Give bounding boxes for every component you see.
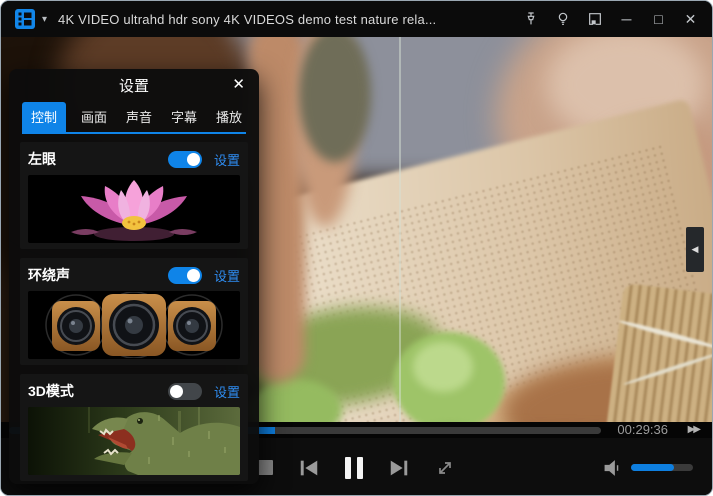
- maximize-button[interactable]: □: [649, 10, 668, 29]
- stop-button[interactable]: [258, 460, 273, 475]
- fast-forward-icon[interactable]: ▶▶: [688, 422, 701, 438]
- toggle-knob: [186, 152, 200, 166]
- speaker-icon[interactable]: [603, 459, 622, 477]
- dinosaur-image: [28, 407, 240, 475]
- tab-sound[interactable]: 声音: [122, 102, 156, 132]
- collapse-arrow-icon: ◀: [691, 244, 699, 254]
- tab-subtitle[interactable]: 字幕: [167, 102, 201, 132]
- tab-playback[interactable]: 播放: [212, 102, 246, 132]
- menu-caret-icon[interactable]: ▾: [42, 14, 47, 25]
- lightbulb-icon[interactable]: [553, 10, 572, 29]
- left-eye-toggle[interactable]: [167, 150, 202, 168]
- pin-icon[interactable]: [521, 10, 540, 29]
- section-left-eye-row: 左眼 设置: [28, 148, 240, 170]
- time-display: 00:29:36: [617, 422, 668, 437]
- previous-button[interactable]: [298, 457, 320, 479]
- settings-panel-header: 设置 ✕: [9, 69, 259, 101]
- pause-button[interactable]: [345, 456, 363, 479]
- section-label: 左眼: [28, 151, 56, 167]
- video-texture: [413, 342, 473, 392]
- speakers-image: [28, 291, 240, 359]
- section-3d-row: 3D模式 设置: [28, 380, 240, 402]
- settings-tabs: 控制 画面 声音 字幕 播放: [22, 102, 246, 134]
- surround-settings-link[interactable]: 设置: [214, 266, 240, 285]
- section-left-eye: 左眼 设置: [20, 142, 248, 249]
- tab-control[interactable]: 控制: [22, 102, 67, 132]
- section-surround-sound: 环绕声 设置: [20, 258, 248, 365]
- toggle-knob: [186, 268, 200, 282]
- next-icon: [390, 460, 408, 475]
- lotus-flower-image: [28, 175, 240, 243]
- volume-slider[interactable]: [631, 464, 693, 471]
- mini-player-icon[interactable]: [585, 10, 604, 29]
- settings-panel-title: 设置: [118, 77, 149, 95]
- fullscreen-button[interactable]: [435, 458, 455, 478]
- fullscreen-icon: [439, 461, 451, 474]
- settings-close-icon[interactable]: ✕: [232, 75, 245, 93]
- close-button[interactable]: ✕: [681, 10, 700, 29]
- settings-panel: 设置 ✕ 控制 画面 声音 字幕 播放 左眼 设置 环绕声 设置 3D模式 设置: [9, 69, 259, 484]
- transport-controls: [258, 438, 455, 495]
- left-eye-settings-link[interactable]: 设置: [214, 150, 240, 169]
- app-logo-icon[interactable]: [15, 9, 35, 29]
- section-3d-mode: 3D模式 设置: [20, 374, 248, 481]
- 3d-settings-link[interactable]: 设置: [214, 382, 240, 401]
- next-button[interactable]: [388, 457, 410, 479]
- 3d-mode-toggle[interactable]: [167, 382, 202, 400]
- surround-sound-toggle[interactable]: [167, 266, 202, 284]
- stop-icon: [258, 460, 273, 475]
- section-label: 3D模式: [28, 383, 74, 399]
- section-surround-row: 环绕声 设置: [28, 264, 240, 286]
- section-label: 环绕声: [28, 267, 70, 283]
- previous-icon: [300, 460, 318, 475]
- tab-picture[interactable]: 画面: [77, 102, 111, 132]
- titlebar-buttons: ─ □ ✕: [521, 10, 700, 29]
- window-title: 4K VIDEO ultrahd hdr sony 4K VIDEOS demo…: [58, 11, 437, 27]
- toggle-knob: [169, 384, 183, 398]
- titlebar: ▾ 4K VIDEO ultrahd hdr sony 4K VIDEOS de…: [1, 1, 712, 37]
- volume-slider-fill: [631, 464, 675, 471]
- volume-controls: [603, 438, 693, 495]
- app-window: ▾ 4K VIDEO ultrahd hdr sony 4K VIDEOS de…: [0, 0, 713, 496]
- playlist-collapse-handle[interactable]: ◀: [686, 227, 704, 272]
- video-split-seam: [399, 37, 401, 422]
- minimize-button[interactable]: ─: [617, 10, 636, 29]
